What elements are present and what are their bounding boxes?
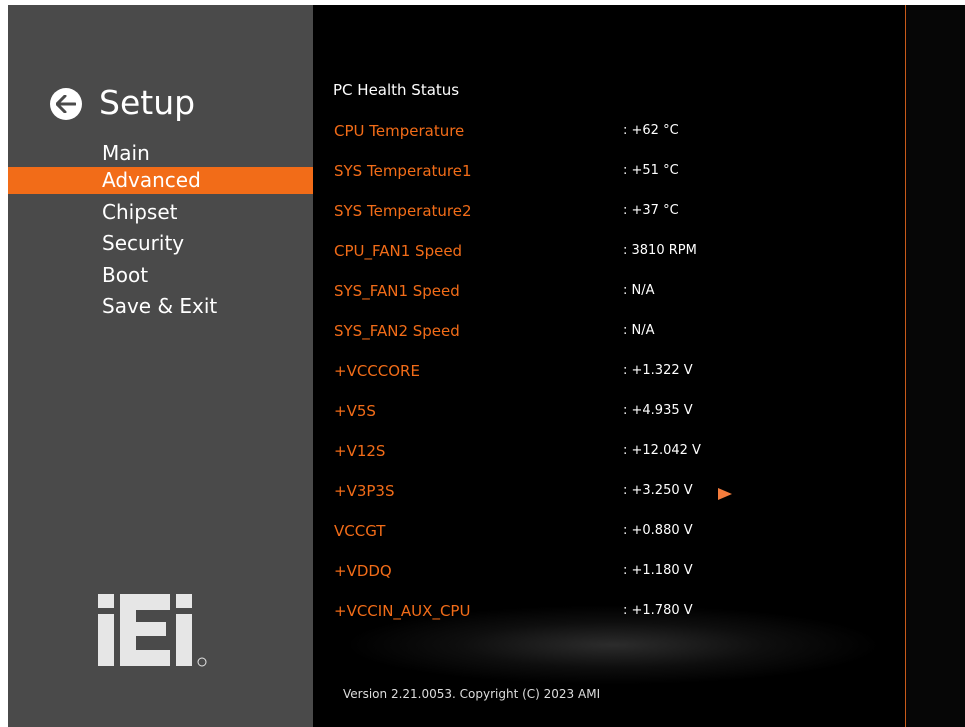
row-label: SYS Temperature1 — [334, 162, 472, 180]
row-value: : +4.935 V — [623, 403, 693, 418]
iei-logo — [98, 590, 213, 674]
row-value: : +3.250 V — [623, 483, 693, 498]
health-row-vddq: +VDDQ : +1.180 V — [313, 562, 905, 582]
health-row-sys-fan1: SYS_FAN1 Speed : N/A — [313, 282, 905, 302]
health-row-cpu-fan1: CPU_FAN1 Speed : 3810 RPM — [313, 242, 905, 262]
bios-window: Setup Main Advanced Chipset Security Boo… — [0, 0, 965, 727]
row-label: +V5S — [334, 402, 376, 420]
health-row-vcccore: +VCCCORE : +1.322 V — [313, 362, 905, 382]
row-value: : +1.322 V — [623, 363, 693, 378]
row-value: : +37 °C — [623, 203, 679, 218]
menu-item-save-exit[interactable]: Save & Exit — [8, 293, 313, 320]
row-label: CPU Temperature — [334, 122, 465, 140]
health-row-vccin-aux-cpu: +VCCIN_AUX_CPU : +1.780 V — [313, 602, 905, 622]
row-label: +V12S — [334, 442, 386, 460]
row-value: : +0.880 V — [623, 523, 693, 538]
right-help-panel — [905, 5, 965, 727]
row-value: : +12.042 V — [623, 443, 701, 458]
row-value: : +51 °C — [623, 163, 679, 178]
row-label: SYS Temperature2 — [334, 202, 472, 220]
row-label: SYS_FAN1 Speed — [334, 282, 460, 300]
back-arrow-icon[interactable] — [50, 88, 82, 120]
row-value: : +1.180 V — [623, 563, 693, 578]
menu-item-advanced[interactable]: Advanced — [8, 167, 313, 194]
menu-item-security[interactable]: Security — [8, 230, 313, 257]
health-row-sys-fan2: SYS_FAN2 Speed : N/A — [313, 322, 905, 342]
health-row-cpu-temp: CPU Temperature : +62 °C — [313, 122, 905, 142]
row-value: : +62 °C — [623, 123, 679, 138]
row-label: CPU_FAN1 Speed — [334, 242, 463, 260]
row-label: SYS_FAN2 Speed — [334, 322, 460, 340]
row-value: : +1.780 V — [623, 603, 693, 618]
row-label: VCCGT — [334, 522, 386, 540]
health-row-v5s: +V5S : +4.935 V — [313, 402, 905, 422]
row-value: : N/A — [623, 283, 655, 298]
row-value: : 3810 RPM — [623, 243, 697, 258]
health-row-sys-temp2: SYS Temperature2 : +37 °C — [313, 202, 905, 222]
sidebar: Setup Main Advanced Chipset Security Boo… — [8, 5, 313, 727]
row-value: : N/A — [623, 323, 655, 338]
menu-item-chipset[interactable]: Chipset — [8, 199, 313, 226]
mouse-pointer-icon — [718, 485, 732, 504]
arrow-left-icon — [56, 95, 76, 113]
row-label: +VDDQ — [334, 562, 392, 580]
section-title: PC Health Status — [333, 81, 460, 99]
row-label: +VCCCORE — [334, 362, 420, 380]
health-row-sys-temp1: SYS Temperature1 : +51 °C — [313, 162, 905, 182]
row-label: +V3P3S — [334, 482, 395, 500]
health-row-v3p3s: +V3P3S : +3.250 V — [313, 482, 905, 502]
main-panel: PC Health Status CPU Temperature : +62 °… — [313, 5, 905, 727]
health-row-v12s: +V12S : +12.042 V — [313, 442, 905, 462]
row-label: +VCCIN_AUX_CPU — [334, 602, 471, 620]
menu-item-boot[interactable]: Boot — [8, 262, 313, 289]
setup-title: Setup — [99, 83, 196, 122]
health-row-vccgt: VCCGT : +0.880 V — [313, 522, 905, 542]
menu-item-main[interactable]: Main — [8, 140, 313, 167]
version-text: Version 2.21.0053. Copyright (C) 2023 AM… — [343, 687, 601, 701]
